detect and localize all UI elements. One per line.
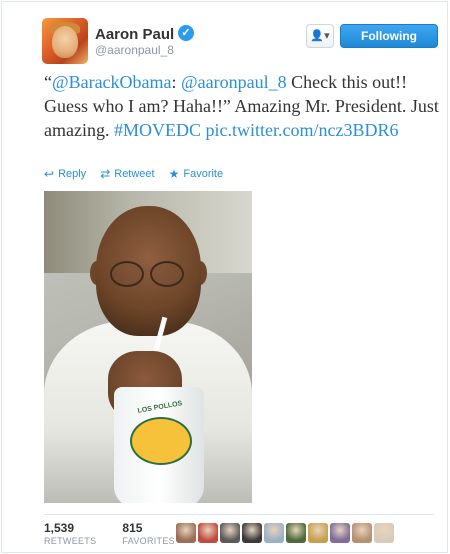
photo-glasses-left [110,261,144,287]
favoriter-avatar[interactable] [220,523,240,543]
photo-glasses-right [150,261,184,287]
favoriter-avatar[interactable] [330,523,350,543]
retweets-stat[interactable]: 1,539 RETWEETS [44,521,96,546]
reply-icon: ↩ [44,167,55,181]
reply-action[interactable]: ↩ Reply [44,168,86,180]
tweet-text-open-quote: “ [44,72,52,92]
verified-badge-icon: ✓ [178,25,194,41]
user-handle[interactable]: @aaronpaul_8 [95,43,174,57]
tweet-text-colon: : [171,72,182,92]
favoriter-avatar[interactable] [286,523,306,543]
reply-label: Reply [58,168,87,180]
retweets-count: 1,539 [44,521,75,535]
favoriter-avatar[interactable] [242,523,262,543]
favorite-label: Favorite [183,168,224,180]
avatar[interactable] [42,18,88,64]
retweet-icon: ⇄ [100,167,111,181]
hashtag-movedc-link[interactable]: #MOVEDC [114,120,201,140]
mention-barackobama-link[interactable]: @BarackObama [52,72,172,92]
favoriters-list [176,523,394,543]
user-menu-button[interactable]: 👤▾ [306,24,334,48]
favorites-label: FAVORITES [122,536,175,546]
favoriter-avatar[interactable] [352,523,372,543]
tweet-photo[interactable]: LOS POLLOS [44,191,252,503]
photo-cup-logo [130,417,192,465]
favorite-action[interactable]: ★ Favorite [169,168,224,180]
mention-aaronpaul-link[interactable]: @aaronpaul_8 [181,72,287,92]
pic-link[interactable]: pic.twitter.com/ncz3BDR6 [206,120,399,140]
favoriter-avatar[interactable] [198,523,218,543]
stats-divider [44,514,434,515]
favorites-stat[interactable]: 815 FAVORITES [122,521,175,546]
avatar-face [52,26,78,58]
tweet-actions: ↩ Reply ⇄ Retweet ★ Favorite [44,168,223,180]
retweet-action[interactable]: ⇄ Retweet [100,168,154,180]
tweet-card: Aaron Paul ✓ @aaronpaul_8 👤▾ Following “… [1,1,448,553]
star-icon: ★ [168,167,180,181]
following-button[interactable]: Following [340,24,438,48]
favoriter-avatar[interactable] [308,523,328,543]
retweets-label: RETWEETS [44,536,97,546]
user-name[interactable]: Aaron Paul [95,26,174,43]
retweet-label: Retweet [114,168,155,180]
favoriter-avatar[interactable] [374,523,394,543]
favoriter-avatar[interactable] [264,523,284,543]
tweet-text: “@BarackObama: @aaronpaul_8 Check this o… [44,70,444,142]
favoriter-avatar[interactable] [176,523,196,543]
favorites-count: 815 [122,521,143,535]
